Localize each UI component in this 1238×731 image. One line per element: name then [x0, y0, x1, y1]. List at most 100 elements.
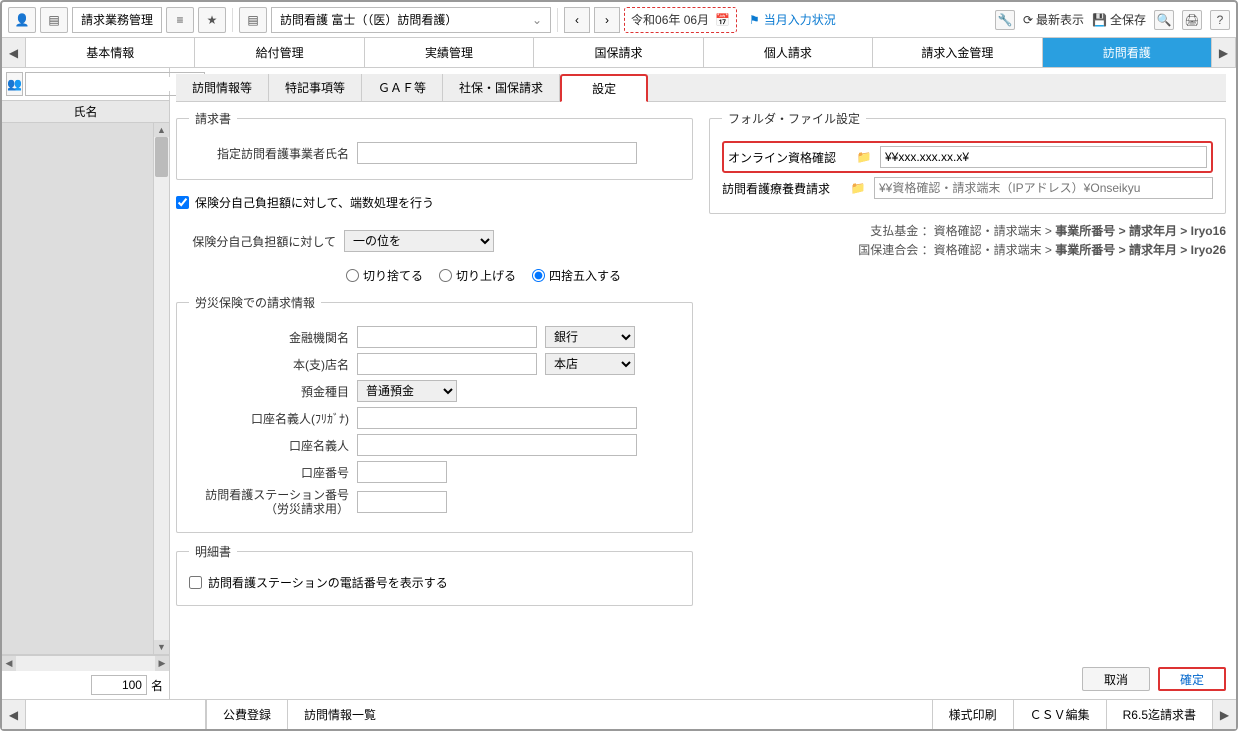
count-input[interactable]	[91, 675, 147, 695]
sidebar-search-input[interactable]	[30, 77, 185, 91]
rounding-radio-2[interactable]: 四捨五入する	[532, 267, 621, 284]
phone-checkbox-label: 訪問看護ステーションの電話番号を表示する	[208, 574, 448, 591]
save-icon: 💾	[1092, 13, 1107, 27]
footer-btn-R6.5迄請求書[interactable]: R6.5迄請求書	[1106, 700, 1212, 729]
main-tab-3[interactable]: 国保請求	[534, 38, 703, 67]
refresh-icon: ⟳	[1023, 13, 1033, 27]
group-icon[interactable]: 👥	[6, 72, 23, 96]
confirm-button[interactable]: 確定	[1158, 667, 1226, 691]
rounding-radio-0[interactable]: 切り捨てる	[346, 267, 423, 284]
sub-tab-4[interactable]: 設定	[560, 74, 648, 102]
folder-row-0: オンライン資格確認 📁	[722, 141, 1213, 173]
rounding-select[interactable]: 一の位を	[344, 230, 494, 252]
phone-checkbox[interactable]	[189, 576, 202, 589]
folder-row-1: 訪問看護療養費請求 📁	[722, 177, 1213, 199]
folder-path-input-1[interactable]	[874, 177, 1213, 199]
branch-input[interactable]	[357, 353, 537, 375]
star-icon[interactable]: ★	[198, 7, 226, 33]
doc2-icon[interactable]: ▤	[239, 7, 267, 33]
flag-icon: ⚑	[749, 13, 760, 27]
month-input-status-link[interactable]: ⚑当月入力状況	[749, 11, 836, 28]
folder-note-0: 支払基金 ：資格確認・請求端末 > 事業所番号 > 請求年月 > Iryo16	[709, 222, 1226, 241]
tabs-scroll-right[interactable]: ▶	[1212, 38, 1236, 67]
context-select[interactable]: 訪問看護 富士（（医）訪問看護）⌄	[271, 7, 551, 33]
date-display[interactable]: 令和06年 06月📅	[624, 7, 737, 33]
provider-input[interactable]	[357, 142, 637, 164]
sub-tab-1[interactable]: 特記事項等	[269, 74, 362, 101]
folder-row-label: オンライン資格確認	[728, 149, 848, 166]
rousai-fieldset: 労災保険での請求情報 金融機関名 銀行 本(支)店名 本店 預金種目 普通預金	[176, 294, 693, 533]
footer-bar: ◀ 公費登録訪問情報一覧 様式印刷ＣＳＶ編集R6.5迄請求書 ▶	[2, 699, 1236, 729]
footer-btn-ＣＳＶ編集[interactable]: ＣＳＶ編集	[1013, 700, 1106, 729]
kana-input[interactable]	[357, 407, 637, 429]
holder-label: 口座名義人	[189, 437, 349, 454]
rounding-select-label: 保険分自己負担額に対して	[176, 233, 336, 250]
main-tab-1[interactable]: 給付管理	[195, 38, 364, 67]
seikyu-fieldset: 請求書 指定訪問看護事業者氏名	[176, 110, 693, 180]
sub-tab-2[interactable]: ＧＡＦ等	[362, 74, 443, 101]
footer-scroll-left[interactable]: ◀	[2, 700, 26, 729]
date-next[interactable]: ›	[594, 7, 620, 33]
sidebar-v-scrollbar[interactable]: ▲▼	[153, 123, 169, 654]
name-list[interactable]: ▲▼	[2, 123, 169, 655]
sidebar: 👥 🔍 氏名 ▲▼ ◀▶ 名	[2, 68, 170, 699]
rounding-radio-group: 切り捨てる切り上げる四捨五入する	[346, 267, 693, 284]
acct-type-label: 預金種目	[189, 383, 349, 400]
bank-label: 金融機関名	[189, 329, 349, 346]
save-all-button[interactable]: 💾全保存	[1092, 11, 1146, 28]
help-icon[interactable]: ?	[1210, 10, 1230, 30]
rousai-legend: 労災保険での請求情報	[189, 294, 321, 311]
folder-row-label: 訪問看護療養費請求	[722, 180, 842, 197]
provider-label: 指定訪問看護事業者氏名	[189, 145, 349, 162]
rounding-checkbox-label: 保険分自己負担額に対して、端数処理を行う	[195, 194, 434, 211]
sub-tabs: 訪問情報等特記事項等ＧＡＦ等社保・国保請求設定	[176, 74, 1226, 102]
meisai-legend: 明細書	[189, 543, 237, 560]
sidebar-h-scrollbar[interactable]: ◀▶	[2, 655, 169, 671]
date-prev[interactable]: ‹	[564, 7, 590, 33]
name-list-header: 氏名	[2, 101, 169, 123]
footer-btn-訪問情報一覧[interactable]: 訪問情報一覧	[287, 700, 392, 729]
main-tab-0[interactable]: 基本情報	[26, 38, 195, 67]
wrench-icon[interactable]: 🔧	[995, 10, 1015, 30]
folder-icon[interactable]: 📁	[854, 148, 874, 166]
seikyu-legend: 請求書	[189, 110, 237, 127]
calendar-icon: 📅	[715, 13, 730, 27]
user-icon[interactable]: 👤	[8, 7, 36, 33]
branch-type-select[interactable]: 本店	[545, 353, 635, 375]
list-icon[interactable]: ≡	[166, 7, 194, 33]
bank-type-select[interactable]: 銀行	[545, 326, 635, 348]
search-icon[interactable]: 🔍	[1154, 10, 1174, 30]
cancel-button[interactable]: 取消	[1082, 667, 1150, 691]
holder-input[interactable]	[357, 434, 637, 456]
main-tab-2[interactable]: 実績管理	[365, 38, 534, 67]
folder-path-input-0[interactable]	[880, 146, 1207, 168]
main-tab-4[interactable]: 個人請求	[704, 38, 873, 67]
folder-legend: フォルダ・ファイル設定	[722, 110, 866, 127]
module-title: 請求業務管理	[72, 7, 162, 33]
acct-type-select[interactable]: 普通預金	[357, 380, 457, 402]
count-suffix: 名	[151, 677, 163, 694]
acct-no-input[interactable]	[357, 461, 447, 483]
footer-btn-公費登録[interactable]: 公費登録	[206, 700, 287, 729]
branch-label: 本(支)店名	[189, 356, 349, 373]
main-tab-6[interactable]: 訪問看護	[1043, 38, 1212, 67]
sub-tab-0[interactable]: 訪問情報等	[176, 74, 269, 101]
doc-icon[interactable]: ▤	[40, 7, 68, 33]
meisai-fieldset: 明細書 訪問看護ステーションの電話番号を表示する	[176, 543, 693, 606]
rounding-checkbox[interactable]	[176, 196, 189, 209]
footer-scroll-right[interactable]: ▶	[1212, 700, 1236, 729]
sub-tab-3[interactable]: 社保・国保請求	[443, 74, 560, 101]
acct-no-label: 口座番号	[189, 464, 349, 481]
footer-btn-様式印刷[interactable]: 様式印刷	[932, 700, 1013, 729]
folder-fieldset: フォルダ・ファイル設定 オンライン資格確認📁訪問看護療養費請求📁	[709, 110, 1226, 214]
station-input[interactable]	[357, 491, 447, 513]
folder-note-1: 国保連合会 ：資格確認・請求端末 > 事業所番号 > 請求年月 > Iryo26	[709, 241, 1226, 260]
print-icon[interactable]: 🖨	[1182, 10, 1202, 30]
refresh-button[interactable]: ⟳最新表示	[1023, 11, 1084, 28]
tabs-scroll-left[interactable]: ◀	[2, 38, 26, 67]
kana-label: 口座名義人(ﾌﾘｶﾞﾅ)	[189, 410, 349, 427]
rounding-radio-1[interactable]: 切り上げる	[439, 267, 516, 284]
folder-icon[interactable]: 📁	[848, 179, 868, 197]
bank-input[interactable]	[357, 326, 537, 348]
main-tab-5[interactable]: 請求入金管理	[873, 38, 1042, 67]
